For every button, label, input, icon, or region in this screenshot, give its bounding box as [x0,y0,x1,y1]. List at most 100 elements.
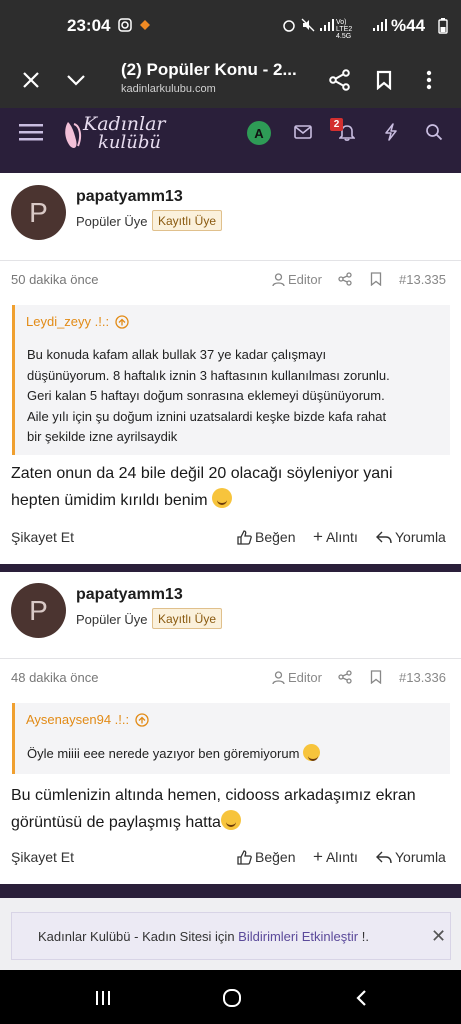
quote-line: bir şekilde izne ayrilsaydik [27,429,178,444]
instagram-icon [118,18,132,35]
enable-notifications-link[interactable]: Bildirimleri Etkinleştir [238,929,358,944]
report-button[interactable]: Şikayet Et [11,529,74,545]
body-line: Bu cümlenizin altında hemen, cidooss ark… [11,787,416,804]
like-button[interactable]: Beğen [237,849,295,865]
share-icon[interactable] [337,271,353,287]
post-number[interactable]: #13.336 [399,670,446,685]
editor-label: Editor [288,272,322,287]
post-separator [0,564,461,572]
post-actions: Şikayet Et Beğen + Alıntı Yorumla [0,523,461,553]
post-13336: P papatyamm13 Popüler Üye Kayıtlı Üye 48… [0,572,461,884]
user-avatar[interactable]: A [247,121,271,145]
quote-author-name[interactable]: Leydi_zeyy .!.: [26,314,109,329]
post-meta: 48 dakika önce Editor #13.336 [0,658,461,696]
quote-author-name[interactable]: Aysenaysen94 .!.: [26,712,129,727]
quote-block: Aysenaysen94 .!.: Öyle miiii eee nerede … [12,703,450,774]
member-badge: Kayıtlı Üye [152,608,223,629]
body-line-with-emoji: görüntüsü de paylaşmış hatta [11,809,451,836]
logo-text-line2: kulübü [98,132,161,153]
signal-icon [319,18,335,35]
mail-icon[interactable] [289,118,317,146]
search-icon[interactable] [420,118,448,146]
username[interactable]: papatyamm13 [76,188,183,206]
quote-text: Öyle miiii eee nerede yazıyor ben göremi… [27,744,435,765]
post-13335: P papatyamm13 Popüler Üye Kayıtlı Üye 50… [0,173,461,564]
user-icon [272,670,285,684]
user-role: Popüler Üye [76,214,148,229]
post-actions: Şikayet Et Beğen + Alıntı Yorumla [0,843,461,873]
body-line-with-emoji: hepten ümidim kırıldı benim [11,487,451,514]
editor-label: Editor [288,670,322,685]
home-icon[interactable] [218,984,246,1012]
user-role: Popüler Üye [76,612,148,627]
post-number[interactable]: #13.335 [399,272,446,287]
reply-button[interactable]: Yorumla [376,529,446,545]
back-icon[interactable] [347,984,375,1012]
notification-count-badge: 2 [330,118,343,131]
plus-icon: + [313,847,323,866]
quote-button[interactable]: + Alıntı [313,527,358,546]
arrow-up-circle-icon [135,712,149,727]
system-navigation-bar [0,970,461,1024]
quote-line: Öyle miiii eee nerede yazıyor ben göremi… [27,746,300,761]
page-background-strip [0,155,461,173]
plus-icon: + [313,527,323,546]
chevron-down-icon[interactable] [60,64,92,96]
menu-icon[interactable] [17,118,45,146]
bookmark-icon[interactable] [368,669,384,685]
quote-text: Bu konuda kafam allak bullak 37 ye kadar… [27,345,435,448]
notification-text-before: Kadınlar Kulübü - Kadın Sitesi için [38,929,239,944]
lightning-icon[interactable] [377,118,405,146]
share-icon[interactable] [337,669,353,685]
post-time[interactable]: 48 dakika önce [11,670,98,685]
alarm-icon [283,18,295,35]
smiling-face-emoji [220,810,241,830]
quote-button[interactable]: + Alıntı [313,847,358,866]
bookmark-icon[interactable] [368,271,384,287]
smiling-face-with-tear-emoji [211,488,232,508]
quote-author[interactable]: Aysenaysen94 .!.: [26,712,149,727]
reply-icon [376,531,392,544]
reply-button[interactable]: Yorumla [376,849,446,865]
post-body: Bu cümlenizin altında hemen, cidooss ark… [11,782,451,836]
status-bar: 23:04 Vo) LTE2 4.5G %44 [0,0,461,52]
browser-toolbar: (2) Popüler Konu - 2... kadinlarkulubu.c… [0,52,461,108]
battery-level: %44 [391,16,426,35]
bookmark-icon[interactable] [368,64,400,96]
quote-label[interactable]: Alıntı [326,849,358,865]
avatar[interactable]: P [11,185,66,240]
close-icon[interactable] [15,64,47,96]
post-separator [0,884,461,898]
laughing-tears-emoji [303,744,321,761]
share-icon[interactable] [324,64,356,96]
notification-banner: Kadınlar Kulübü - Kadın Sitesi için Bild… [11,912,451,960]
editor-tag: Editor [272,670,322,685]
like-label[interactable]: Beğen [255,849,295,865]
like-label[interactable]: Beğen [255,529,295,545]
reply-label[interactable]: Yorumla [395,849,446,865]
notification-text-after: !. [358,929,369,944]
like-button[interactable]: Beğen [237,529,295,545]
post-meta: 50 dakika önce Editor #13.335 [0,260,461,298]
page-title: (2) Popüler Konu - 2... [121,60,297,79]
username[interactable]: papatyamm13 [76,586,183,604]
quote-label[interactable]: Alıntı [326,529,358,545]
more-vert-icon[interactable] [413,64,445,96]
member-badge: Kayıtlı Üye [152,210,223,231]
report-button[interactable]: Şikayet Et [11,849,74,865]
quote-block: Leydi_zeyy .!.: Bu konuda kafam allak bu… [12,305,450,455]
quote-author[interactable]: Leydi_zeyy .!.: [26,314,129,329]
post-time[interactable]: 50 dakika önce [11,272,98,287]
avatar[interactable]: P [11,583,66,638]
status-time: 23:04 [67,16,111,35]
close-icon[interactable]: ✕ [431,926,446,947]
quote-line: Geri kalan 5 haftayı doğum sonrasına ekl… [27,388,385,403]
mute-icon [301,18,315,35]
reply-label[interactable]: Yorumla [395,529,446,545]
page-url[interactable]: kadinlarkulubu.com [121,83,216,95]
site-logo[interactable]: Kadınlar kulübü [62,112,172,154]
reply-icon [376,851,392,864]
post-body: Zaten onun da 24 bile değil 20 olacağı s… [11,460,451,514]
recent-apps-icon[interactable] [89,984,117,1012]
body-line: hepten ümidim kırıldı benim [11,492,208,509]
